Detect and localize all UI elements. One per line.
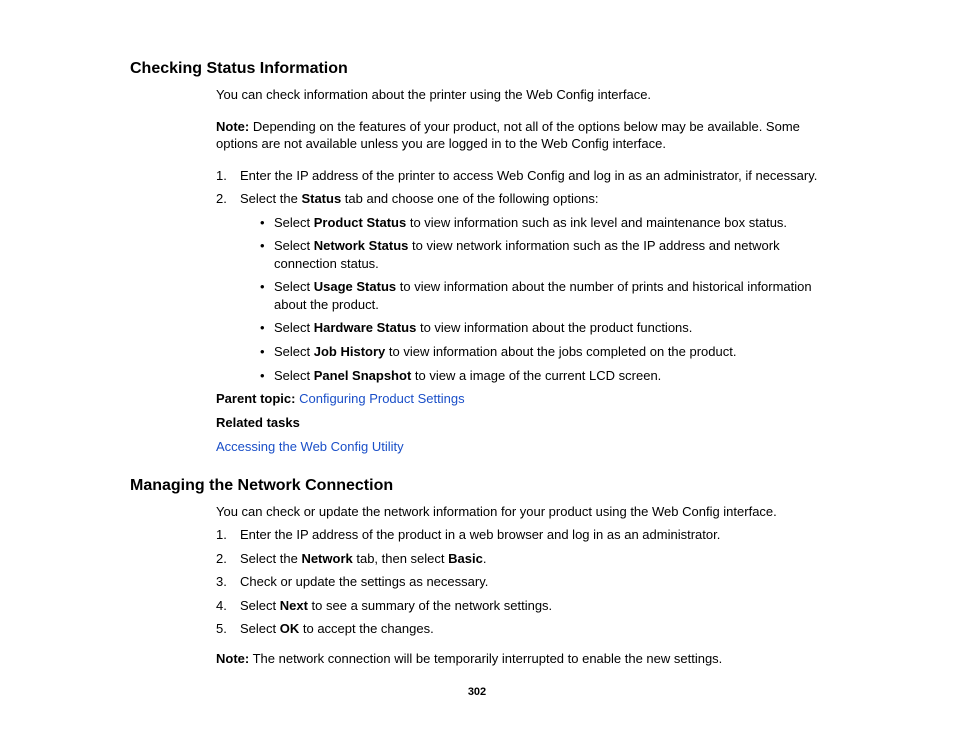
bullet-network-status: Select Network Status to view network in… — [260, 237, 844, 272]
section1-content: You can check information about the prin… — [216, 86, 844, 457]
note-label: Note: — [216, 119, 249, 134]
nstep-5: Select OK to accept the changes. — [216, 620, 844, 638]
step2-post: tab and choose one of the following opti… — [341, 191, 598, 206]
step2-bold: Status — [301, 191, 341, 206]
status-options-list: Select Product Status to view informatio… — [260, 214, 844, 384]
parent-topic-label: Parent topic: — [216, 391, 295, 406]
related-tasks-link-row: Accessing the Web Config Utility — [216, 438, 844, 456]
section-managing-network: Managing the Network Connection You can … — [130, 477, 844, 668]
nstep-3: Check or update the settings as necessar… — [216, 573, 844, 591]
page-number: 302 — [0, 686, 954, 698]
step-1: Enter the IP address of the printer to a… — [216, 167, 844, 185]
note2-label: Note: — [216, 651, 249, 666]
step-2: Select the Status tab and choose one of … — [216, 190, 844, 384]
section2-content: You can check or update the network info… — [216, 503, 844, 668]
nstep-1: Enter the IP address of the product in a… — [216, 526, 844, 544]
related-task-link[interactable]: Accessing the Web Config Utility — [216, 439, 404, 454]
steps-list: Enter the IP address of the printer to a… — [216, 167, 844, 384]
related-tasks-label: Related tasks — [216, 414, 844, 432]
note-text: Depending on the features of your produc… — [216, 119, 800, 152]
bullet-panel-snapshot: Select Panel Snapshot to view a image of… — [260, 367, 844, 385]
heading-managing-network: Managing the Network Connection — [130, 477, 844, 495]
bullet-usage-status: Select Usage Status to view information … — [260, 278, 844, 313]
bullet-hardware-status: Select Hardware Status to view informati… — [260, 319, 844, 337]
nstep-4: Select Next to see a summary of the netw… — [216, 597, 844, 615]
parent-topic-link[interactable]: Configuring Product Settings — [299, 391, 464, 406]
bullet-job-history: Select Job History to view information a… — [260, 343, 844, 361]
parent-topic: Parent topic: Configuring Product Settin… — [216, 390, 844, 408]
section2-intro: You can check or update the network info… — [216, 503, 844, 521]
step2-pre: Select the — [240, 191, 301, 206]
heading-checking-status: Checking Status Information — [130, 60, 844, 78]
bullet-product-status: Select Product Status to view informatio… — [260, 214, 844, 232]
note2-text: The network connection will be temporari… — [249, 651, 722, 666]
intro-para: You can check information about the prin… — [216, 86, 844, 104]
section2-note: Note: The network connection will be tem… — [216, 650, 844, 668]
nstep-2: Select the Network tab, then select Basi… — [216, 550, 844, 568]
section-checking-status: Checking Status Information You can chec… — [130, 60, 844, 457]
note-para: Note: Depending on the features of your … — [216, 118, 844, 153]
network-steps-list: Enter the IP address of the product in a… — [216, 526, 844, 638]
